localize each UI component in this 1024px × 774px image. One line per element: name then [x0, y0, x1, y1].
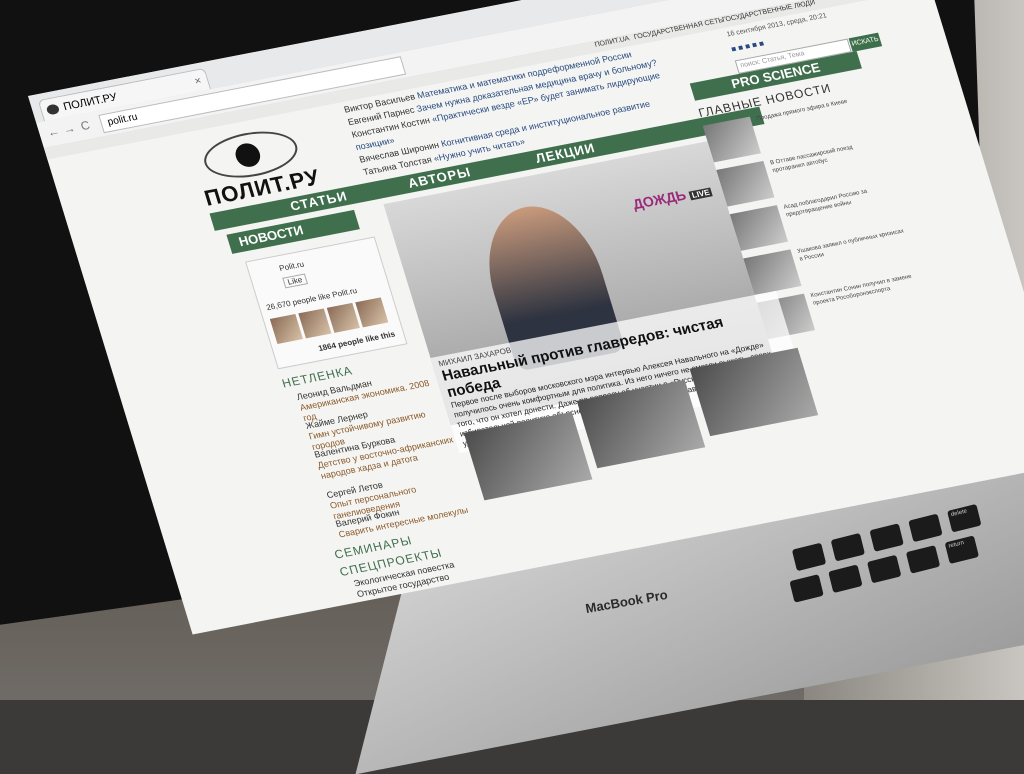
key[interactable]	[828, 564, 863, 594]
reload-button[interactable]: C	[79, 118, 92, 133]
key-return[interactable]: return	[944, 535, 980, 565]
fb-page-name[interactable]: Polit.ru	[278, 260, 305, 273]
search-button[interactable]: ИСКАТЬ	[848, 32, 883, 52]
facebook-icon[interactable]: ■	[730, 44, 737, 54]
channel-logo: ДОЖДЬ LIVE	[630, 186, 713, 213]
fb-like-button[interactable]: Like	[282, 273, 308, 289]
key[interactable]	[867, 554, 902, 584]
key[interactable]	[908, 513, 943, 543]
key[interactable]	[905, 545, 941, 574]
forward-button[interactable]: →	[61, 121, 77, 137]
key[interactable]	[830, 532, 866, 562]
eye-favicon-icon	[45, 103, 61, 116]
social-icons: ■ ■ ■ ■ ■	[730, 39, 765, 54]
rss-icon[interactable]: ■	[758, 39, 765, 49]
avatar[interactable]	[269, 313, 304, 344]
avatar[interactable]	[355, 297, 389, 328]
key[interactable]	[791, 542, 827, 572]
twitter-icon[interactable]: ■	[737, 43, 744, 53]
back-button[interactable]: ←	[46, 124, 62, 140]
close-icon[interactable]: ×	[192, 70, 205, 92]
key-delete[interactable]: delete	[947, 503, 982, 533]
avatar[interactable]	[298, 308, 332, 339]
avatar[interactable]	[326, 302, 360, 333]
facebook-widget: Polit.ru Like 26,670 people like Polit.r…	[245, 236, 408, 370]
key[interactable]	[869, 523, 904, 552]
key[interactable]	[789, 574, 824, 603]
